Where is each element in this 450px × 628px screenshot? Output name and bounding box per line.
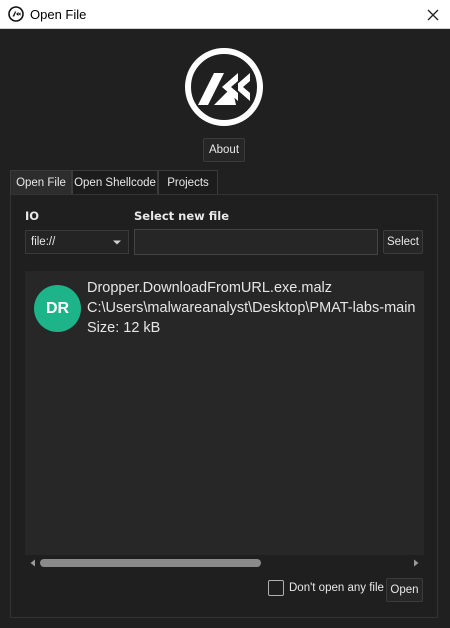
scroll-right-icon[interactable] [412,559,420,567]
io-label: IO [25,209,40,223]
window-title: Open File [30,7,87,22]
tab-projects[interactable]: Projects [158,170,218,194]
list-item[interactable]: DR Dropper.DownloadFromURL.exe.malz C:\U… [25,271,424,341]
select-new-file-label: Select new file [134,209,230,223]
about-button[interactable]: About [203,138,245,162]
horizontal-scrollbar[interactable] [25,556,424,570]
tab-open-file[interactable]: Open File [10,170,72,194]
close-icon [427,9,439,20]
avatar: DR [34,285,81,332]
scrollbar-thumb[interactable] [40,559,261,567]
io-select[interactable]: file:// [25,230,129,254]
recent-files-list: DR Dropper.DownloadFromURL.exe.malz C:\U… [25,271,424,555]
file-size: Size: 12 kB [87,320,161,336]
select-file-button[interactable]: Select [383,230,423,254]
dont-open-checkbox[interactable] [268,580,284,596]
app-logo-icon [8,6,24,22]
file-name: Dropper.DownloadFromURL.exe.malz [87,280,332,296]
rewind-logo-icon [185,48,263,126]
close-button[interactable] [416,0,450,29]
title-bar: Open File [0,0,450,29]
file-path: C:\Users\malwareanalyst\Desktop\PMAT-lab… [87,300,416,316]
tab-open-shellcode[interactable]: Open Shellcode [72,170,158,194]
new-file-input[interactable] [134,229,378,255]
open-button[interactable]: Open [386,578,423,602]
dont-open-label: Don't open any file [289,582,384,594]
io-select-value: file:// [31,236,56,248]
chevron-down-icon [113,240,121,245]
scroll-left-icon[interactable] [29,559,37,567]
